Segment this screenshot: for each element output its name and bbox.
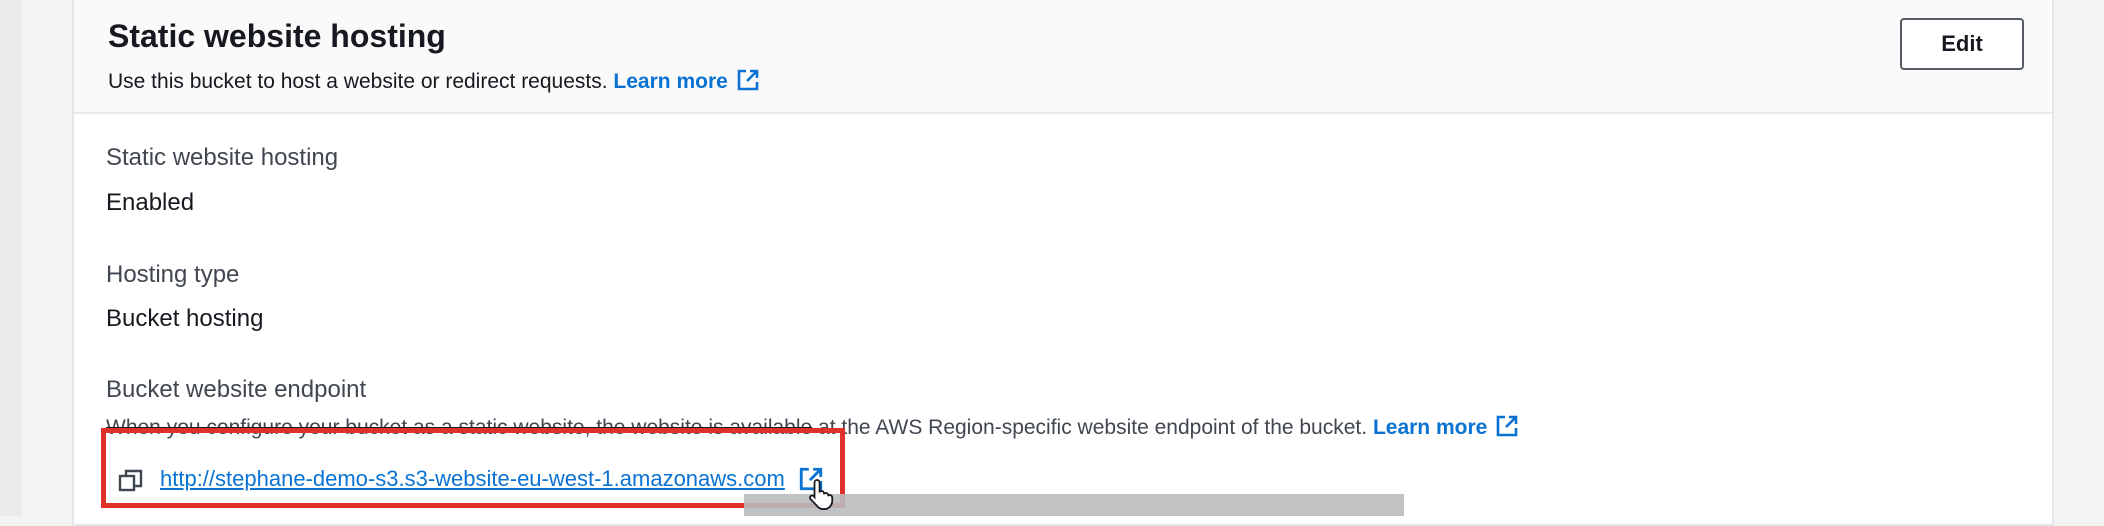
endpoint-learn-more-link[interactable]: Learn more bbox=[1372, 414, 1519, 439]
endpoint-description-suffix: at the AWS Region-specific website endpo… bbox=[812, 416, 1368, 439]
learn-more-label: Learn more bbox=[613, 70, 728, 93]
panel-description: Use this bucket to host a website or red… bbox=[108, 68, 760, 94]
learn-more-link[interactable]: Learn more bbox=[613, 68, 760, 93]
endpoint-highlight-box bbox=[101, 428, 845, 508]
video-caption-bar bbox=[744, 494, 1404, 516]
hand-pointer-cursor-icon bbox=[808, 478, 838, 515]
panel-title: Static website hosting bbox=[108, 18, 446, 54]
hosting-type-value: Bucket hosting bbox=[106, 305, 264, 332]
panel-header: Static website hosting Use this bucket t… bbox=[74, 0, 2052, 114]
external-link-icon bbox=[736, 68, 760, 92]
left-gutter bbox=[0, 0, 22, 516]
hosting-value: Enabled bbox=[106, 189, 195, 216]
external-link-icon bbox=[1495, 414, 1519, 438]
edit-button[interactable]: Edit bbox=[1900, 18, 2024, 70]
hosting-type-label: Hosting type bbox=[106, 261, 240, 288]
endpoint-learn-more-label: Learn more bbox=[1372, 416, 1488, 439]
panel-description-text: Use this bucket to host a website or red… bbox=[108, 70, 608, 93]
hosting-label: Static website hosting bbox=[106, 144, 339, 171]
endpoint-label: Bucket website endpoint bbox=[106, 376, 367, 403]
